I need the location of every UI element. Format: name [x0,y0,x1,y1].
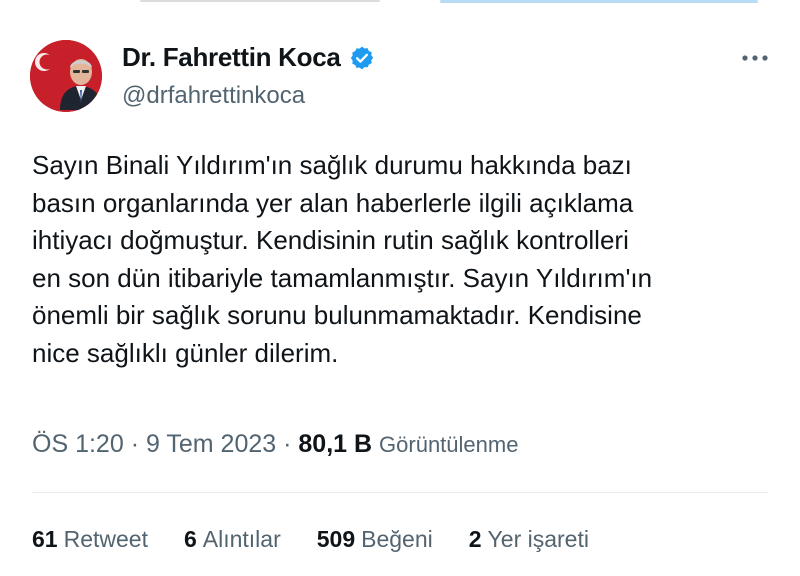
retweets-label: Retweet [63,526,148,552]
tweet-text: Sayın Binali Yıldırım'ın sağlık durumu h… [32,147,772,372]
tweet-line: ihtiyacı doğmuştur. Kendisinin rutin sağ… [32,225,629,255]
likes-count: 509 [316,526,356,552]
tweet-line: en son dün itibariyle tamamlanmıştır. Sa… [32,262,653,293]
tweet-time[interactable]: ÖS 1:20 [32,430,124,458]
tweet-line: Sayın Binali Yıldırım'ın sağlık durumu h… [32,150,632,180]
tweet-meta: ÖS 1:20 · 9 Tem 2023 · 80,1 B Görüntülen… [32,430,518,459]
top-divider-right [440,0,758,3]
more-horizontal-icon[interactable] [738,48,772,68]
author-handle[interactable]: @drfahrettinkoca [122,82,305,110]
bookmarks-count: 2 [468,526,482,552]
engagement-stats: 61 Retweet 6 Alıntılar 509 Beğeni 2 Yer işar… [32,526,589,553]
quotes-stat[interactable]: 6 Alıntılar [184,526,281,553]
tweet-line: nice sağlıklı günler dilerim. [32,337,339,368]
quotes-count: 6 [183,526,197,552]
meta-separator: · [283,430,292,458]
likes-label: Beğeni [361,526,433,552]
top-edge-strip [0,0,800,6]
bookmarks-stat[interactable]: 2 Yer işareti [469,526,589,553]
retweets-count: 61 [32,526,58,552]
verified-badge-icon [349,45,375,71]
divider [32,492,768,493]
author-name-row[interactable]: Dr. Fahrettin Koca [122,42,375,73]
quotes-label: Alıntılar [202,526,281,552]
likes-stat[interactable]: 509 Beğeni [317,526,433,553]
avatar-image [30,40,102,112]
top-divider-left [140,0,380,2]
views-label: Görüntülenme [379,432,519,457]
bookmarks-label: Yer işareti [487,526,589,552]
views-count: 80,1 B [298,430,373,458]
meta-separator: · [130,430,140,458]
tweet-line: önemli bir sağlık sorunu bulunmamaktadır… [32,300,642,330]
avatar[interactable] [30,40,102,112]
tweet-line: basın organlarında yer alan haberlerle i… [32,187,634,218]
retweets-stat[interactable]: 61 Retweet [32,526,148,553]
tweet-date[interactable]: 9 Tem 2023 [146,430,276,458]
author-name[interactable]: Dr. Fahrettin Koca [122,42,341,73]
